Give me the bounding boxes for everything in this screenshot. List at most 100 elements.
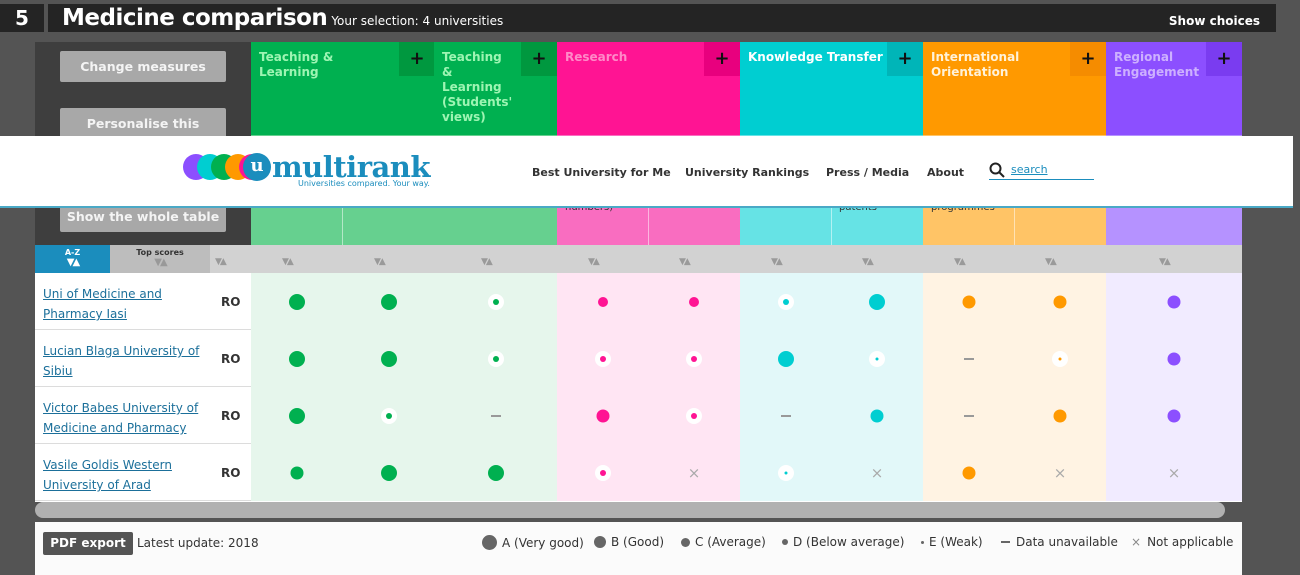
sort-top-scores-button[interactable]: Top scores ▼▲: [110, 245, 210, 273]
grade-dot-d[interactable]: [783, 299, 789, 305]
grade-dot-e[interactable]: [1058, 357, 1062, 361]
grade-dot-b[interactable]: [1053, 409, 1067, 423]
legend-label: B (Good): [611, 535, 665, 549]
expand-plus-icon[interactable]: +: [399, 42, 435, 76]
measure-header-research: numbers): [557, 202, 647, 245]
grade-dot-b[interactable]: [870, 409, 884, 423]
data-unavailable-mark: [964, 415, 974, 417]
grade-dot-a[interactable]: [289, 351, 305, 367]
nav-best-university[interactable]: Best University for Me: [532, 166, 671, 179]
grade-dot-a[interactable]: [289, 294, 305, 310]
data-unavailable-mark: [781, 415, 791, 417]
grade-dot-b[interactable]: [962, 466, 976, 480]
dimension-label: Teaching & Learning (Students' views): [442, 50, 513, 124]
grade-dot-a[interactable]: [869, 294, 885, 310]
data-unavailable-mark: [964, 358, 974, 360]
sort-az-label: A-Z: [64, 248, 81, 257]
sort-arrow-icon[interactable]: ▼▲: [588, 257, 600, 267]
grade-dot-a[interactable]: [381, 465, 397, 481]
grade-dot-c[interactable]: [689, 297, 699, 307]
country-code: RO: [221, 466, 241, 480]
dimension-cell: [923, 330, 1106, 387]
sort-top-label: Top scores: [136, 248, 184, 257]
grade-dot-b[interactable]: [1167, 352, 1181, 366]
search-label: search: [1011, 163, 1048, 176]
pdf-export-button[interactable]: PDF export: [43, 532, 133, 555]
dimension-label: Teaching & Learning: [259, 50, 334, 79]
grade-dot-a[interactable]: [289, 408, 305, 424]
latest-update: Latest update: 2018: [137, 536, 259, 550]
grade-dot-b[interactable]: [596, 409, 610, 423]
grade-dot-e[interactable]: [875, 357, 879, 361]
sort-arrow-icon: ▼▲: [154, 257, 167, 268]
nav-university-rankings[interactable]: University Rankings: [685, 166, 809, 179]
change-measures-button[interactable]: Change measures: [60, 51, 226, 82]
dimension-cell: [557, 330, 740, 387]
expand-plus-icon[interactable]: +: [521, 42, 557, 76]
page-title: Medicine comparison: [62, 5, 328, 31]
dimension-label: Regional Engagement: [1114, 50, 1200, 79]
grade-dot-c[interactable]: [598, 297, 608, 307]
sort-arrow-icon: ▼▲: [66, 257, 80, 268]
nav-press-media[interactable]: Press / Media: [826, 166, 909, 179]
measure-header-knowledge: patents: [831, 202, 921, 245]
legend-unavailable: Data unavailable: [1001, 535, 1118, 549]
personalise-ranking-button[interactable]: Personalise this ranking: [60, 108, 226, 162]
sort-arrow-icon[interactable]: ▼▲: [215, 257, 227, 267]
grade-dot-d[interactable]: [600, 470, 606, 476]
expand-plus-icon[interactable]: +: [887, 42, 923, 76]
sort-arrow-icon[interactable]: ▼▲: [481, 257, 493, 267]
dimension-cell: [740, 387, 923, 444]
sort-arrow-icon[interactable]: ▼▲: [954, 257, 966, 267]
grade-dot-d[interactable]: [600, 356, 606, 362]
grade-dot-d[interactable]: [493, 356, 499, 362]
grade-dot-d[interactable]: [493, 299, 499, 305]
legend-label: D (Below average): [793, 535, 905, 549]
university-name-link[interactable]: Victor Babes University of Medicine and …: [43, 398, 213, 438]
grade-dot-d[interactable]: [691, 413, 697, 419]
sort-az-button[interactable]: A-Z ▼▲: [35, 245, 110, 273]
sort-arrow-icon[interactable]: ▼▲: [1045, 257, 1057, 267]
legend-b: B (Good): [594, 535, 664, 549]
sort-arrow-icon[interactable]: ▼▲: [679, 257, 691, 267]
grade-dot-a[interactable]: [488, 465, 504, 481]
dimension-label: Knowledge Transfer: [748, 50, 883, 64]
legend-label: Not applicable: [1147, 535, 1234, 549]
university-name-link[interactable]: Vasile Goldis Western University of Arad: [43, 455, 213, 495]
grade-dot-a[interactable]: [381, 294, 397, 310]
sort-arrow-icon[interactable]: ▼▲: [862, 257, 874, 267]
legend-label: Data unavailable: [1016, 535, 1118, 549]
grade-dot-b[interactable]: [962, 295, 976, 309]
university-name-link[interactable]: Lucian Blaga University of Sibiu: [43, 341, 213, 381]
grade-dot-d[interactable]: [691, 356, 697, 362]
university-name-link[interactable]: Uni of Medicine and Pharmacy Iasi: [43, 284, 213, 324]
sort-arrow-icon[interactable]: ▼▲: [374, 257, 386, 267]
expand-plus-icon[interactable]: +: [704, 42, 740, 76]
grade-dot-b[interactable]: [1053, 295, 1067, 309]
sort-arrow-icon[interactable]: ▼▲: [1159, 257, 1171, 267]
legend-d: D (Below average): [782, 535, 904, 549]
grade-dot-b[interactable]: [290, 466, 304, 480]
expand-plus-icon[interactable]: +: [1070, 42, 1106, 76]
not-applicable-mark: ×: [1053, 464, 1067, 482]
step-number: 5: [0, 4, 44, 32]
show-choices-button[interactable]: Show choices: [1169, 14, 1260, 28]
grade-dot-b[interactable]: [1167, 409, 1181, 423]
nav-about[interactable]: About: [927, 166, 964, 179]
dimension-cell: [740, 273, 923, 330]
grade-dot-d[interactable]: [386, 413, 392, 419]
grade-dot-a[interactable]: [778, 351, 794, 367]
dimension-cell: [740, 444, 923, 501]
table-row: Uni of Medicine and Pharmacy Iasi RO: [35, 273, 1242, 330]
horizontal-scrollbar[interactable]: [35, 502, 1225, 518]
sort-arrow-icon[interactable]: ▼▲: [771, 257, 783, 267]
dimension-cell: [557, 444, 740, 501]
grade-dot-b[interactable]: [1167, 295, 1181, 309]
search-input[interactable]: search: [989, 162, 1094, 180]
dimension-cell: [923, 444, 1106, 501]
grade-dot-a[interactable]: [381, 351, 397, 367]
sort-arrow-icon[interactable]: ▼▲: [282, 257, 294, 267]
grade-dot-e[interactable]: [784, 471, 788, 475]
expand-plus-icon[interactable]: +: [1206, 42, 1242, 76]
dimension-cell: [740, 330, 923, 387]
